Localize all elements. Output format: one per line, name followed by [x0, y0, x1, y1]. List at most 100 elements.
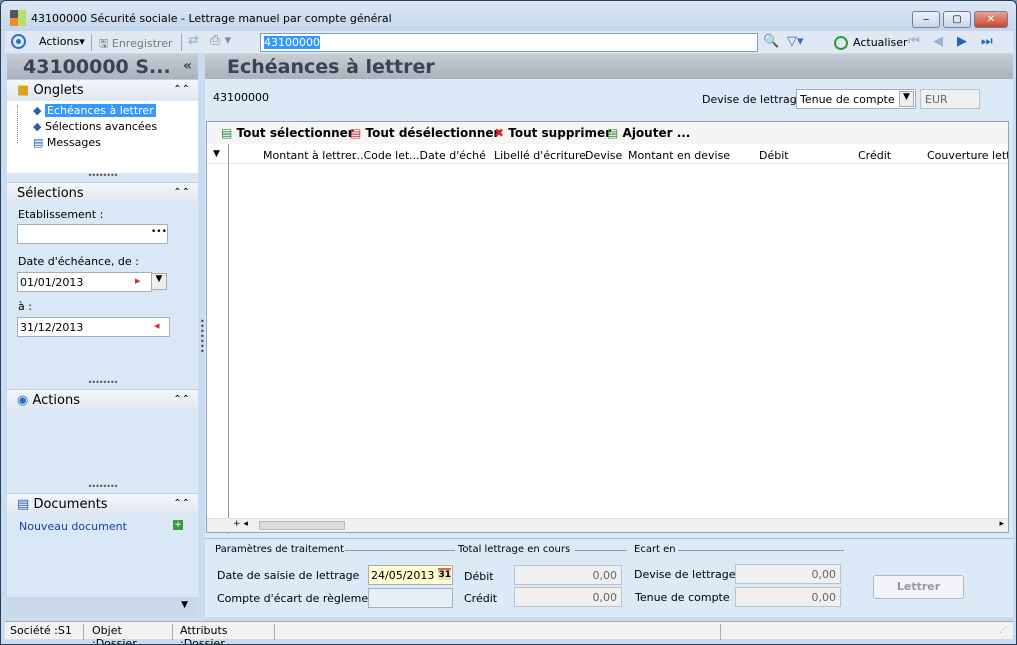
- devise-value: Tenue de compte: [800, 93, 895, 106]
- tab-messages[interactable]: ▤ Messages: [33, 136, 101, 149]
- column-header[interactable]: Devise: [585, 149, 622, 162]
- devise-select[interactable]: Tenue de compte ▼: [796, 89, 916, 109]
- refresh-button[interactable]: Actualiser: [853, 36, 908, 49]
- etablissement-field[interactable]: [17, 224, 168, 244]
- chevron-down-icon[interactable]: ▼: [899, 91, 914, 107]
- divider: [678, 550, 844, 551]
- add-row-icon[interactable]: + ◂: [233, 519, 248, 529]
- collapse-icon[interactable]: ⌃⌃: [173, 394, 190, 405]
- scroll-right-icon[interactable]: ▸: [999, 519, 1004, 529]
- next-record-icon[interactable]: ▶: [957, 34, 967, 49]
- browse-button[interactable]: •••: [151, 227, 167, 237]
- close-button[interactable]: ✕: [974, 11, 1008, 28]
- status-bar: Société :S1 Objet :Dossier Attributs :Do…: [5, 621, 1013, 644]
- left-panel: ■ Onglets ⌃⌃ ◆ Echéances à lettrer ◆ Séle…: [7, 79, 198, 617]
- collapse-icon[interactable]: ⌃⌃: [173, 498, 190, 509]
- previous-record-icon[interactable]: ◀: [933, 34, 943, 49]
- main-panel: 43100000 Devise de lettrage : Tenue de c…: [205, 79, 1013, 617]
- search-input[interactable]: 43100000: [260, 33, 758, 52]
- actions-section-header[interactable]: ◉ Actions ⌃⌃: [7, 389, 198, 411]
- calendar-icon[interactable]: ▸: [135, 274, 141, 287]
- column-header[interactable]: ...Date d'éché: [409, 149, 486, 162]
- calendar-icon[interactable]: 31: [438, 568, 451, 580]
- splitter-grip[interactable]: ••••••••: [7, 482, 198, 491]
- credit-field: 0,00: [514, 587, 622, 607]
- home-icon[interactable]: [11, 34, 26, 49]
- date-from-label: Date d'échéance, de :: [18, 255, 139, 268]
- ecart-compte-label: Compte d'écart de règlement: [217, 592, 380, 605]
- splitter-grip[interactable]: ••••••••: [7, 171, 198, 180]
- maximize-button[interactable]: ▢: [943, 11, 971, 28]
- tree-line: [17, 105, 18, 143]
- add-label: Ajouter ...: [622, 126, 691, 140]
- credit-label: Crédit: [464, 592, 498, 605]
- panel-splitter[interactable]: • • • • • • •: [200, 318, 205, 356]
- grid-action-bar: ▤ Tout sélectionner ▤ Tout désélectionne…: [207, 122, 1008, 144]
- onglets-list: ◆ Echéances à lettrer ◆ Sélections avanc…: [7, 101, 198, 173]
- new-document-link[interactable]: Nouveau document: [19, 520, 127, 533]
- column-header[interactable]: Montant en devise: [628, 149, 730, 162]
- date-saisie-field[interactable]: 24/05/2013 31: [368, 565, 453, 585]
- collapse-panel-button[interactable]: «: [183, 58, 192, 74]
- record-header: 43100000 S... «: [7, 54, 198, 79]
- column-header[interactable]: ...Code let: [353, 149, 409, 162]
- first-record-icon[interactable]: ⏮: [908, 34, 920, 49]
- onglets-section-header[interactable]: ■ Onglets ⌃⌃: [7, 79, 198, 101]
- column-header[interactable]: Couverture lettra: [927, 149, 1008, 162]
- calendar-icon[interactable]: ◂: [154, 319, 160, 332]
- splitter-grip[interactable]: ••••••••: [7, 378, 198, 387]
- save-label: Enregistrer: [111, 37, 173, 50]
- deselect-all-button[interactable]: ▤ Tout désélectionner: [350, 126, 499, 140]
- devise-label: Devise de lettrage :: [702, 93, 811, 106]
- horizontal-scrollbar[interactable]: + ◂ ▸: [207, 518, 1008, 532]
- selections-section-header[interactable]: Sélections ⌃⌃: [7, 182, 198, 204]
- documents-section-header[interactable]: ▤ Documents ⌃⌃: [7, 493, 198, 515]
- date-from-field[interactable]: 01/01/2013: [17, 272, 152, 292]
- status-objet: Objet :Dossier: [87, 624, 173, 644]
- column-header[interactable]: Montant à lettrer: [263, 149, 356, 162]
- ecart-compte-field[interactable]: [368, 588, 453, 608]
- search-icon[interactable]: 🔍: [763, 34, 779, 49]
- filter-icon[interactable]: ▽▾: [787, 34, 804, 49]
- status-societe: Société :S1: [5, 624, 84, 640]
- print-icon[interactable]: ⎙ ▾: [210, 33, 231, 48]
- page-title: Echéances à lettrer: [205, 54, 1013, 79]
- delete-all-label: Tout supprimer: [508, 126, 611, 140]
- select-all-button[interactable]: ▤ Tout sélectionner: [221, 126, 354, 140]
- delete-icon: ✖: [494, 126, 505, 140]
- app-icon: [10, 10, 26, 26]
- minimize-button[interactable]: ‒: [912, 11, 940, 28]
- search-value: 43100000: [264, 36, 320, 49]
- column-header[interactable]: Crédit: [858, 149, 891, 162]
- column-header[interactable]: Libellé d'écriture: [494, 149, 586, 162]
- total-title: Total lettrage en cours: [458, 544, 571, 555]
- actions-label: Actions: [39, 35, 80, 48]
- scrollbar-thumb[interactable]: [259, 521, 345, 530]
- tab-echeances[interactable]: ◆ Echéances à lettrer: [33, 104, 156, 117]
- sync-icon[interactable]: ⇄: [188, 33, 199, 48]
- collapse-icon[interactable]: ⌃⌃: [173, 84, 190, 95]
- date-dropdown-button[interactable]: ▼: [151, 273, 167, 290]
- save-icon: 🖫: [99, 37, 109, 50]
- add-icon[interactable]: +: [173, 520, 183, 530]
- add-icon: ▤: [607, 126, 619, 140]
- select-all-label: Tout sélectionner: [236, 126, 354, 140]
- ecart-devise-field: 0,00: [735, 564, 841, 584]
- save-button[interactable]: 🖫 Enregistrer: [99, 35, 173, 54]
- collapse-icon[interactable]: ⌃⌃: [173, 187, 190, 198]
- documents-title: Documents: [33, 497, 108, 512]
- ecart-tenue-field: 0,00: [735, 587, 841, 607]
- delete-all-button[interactable]: ✖ Tout supprimer: [494, 126, 611, 140]
- scroll-down-button[interactable]: ▼: [7, 597, 198, 617]
- add-button[interactable]: ▤ Ajouter ...: [607, 126, 690, 140]
- actions-menu[interactable]: Actions▾: [39, 35, 85, 48]
- tab-selections-avancees[interactable]: ◆ Sélections avancées: [33, 120, 157, 133]
- column-header[interactable]: Débit: [759, 149, 789, 162]
- debit-field: 0,00: [514, 565, 622, 585]
- last-record-icon[interactable]: ⏭: [981, 34, 993, 49]
- resize-grip-icon[interactable]: ⋰: [999, 625, 1007, 634]
- column-chooser-icon[interactable]: ▼: [213, 149, 220, 159]
- ecart-devise-label: Devise de lettrage: [634, 568, 736, 581]
- lettrer-button[interactable]: Lettrer: [873, 575, 964, 599]
- date-to-field[interactable]: 31/12/2013: [17, 317, 170, 337]
